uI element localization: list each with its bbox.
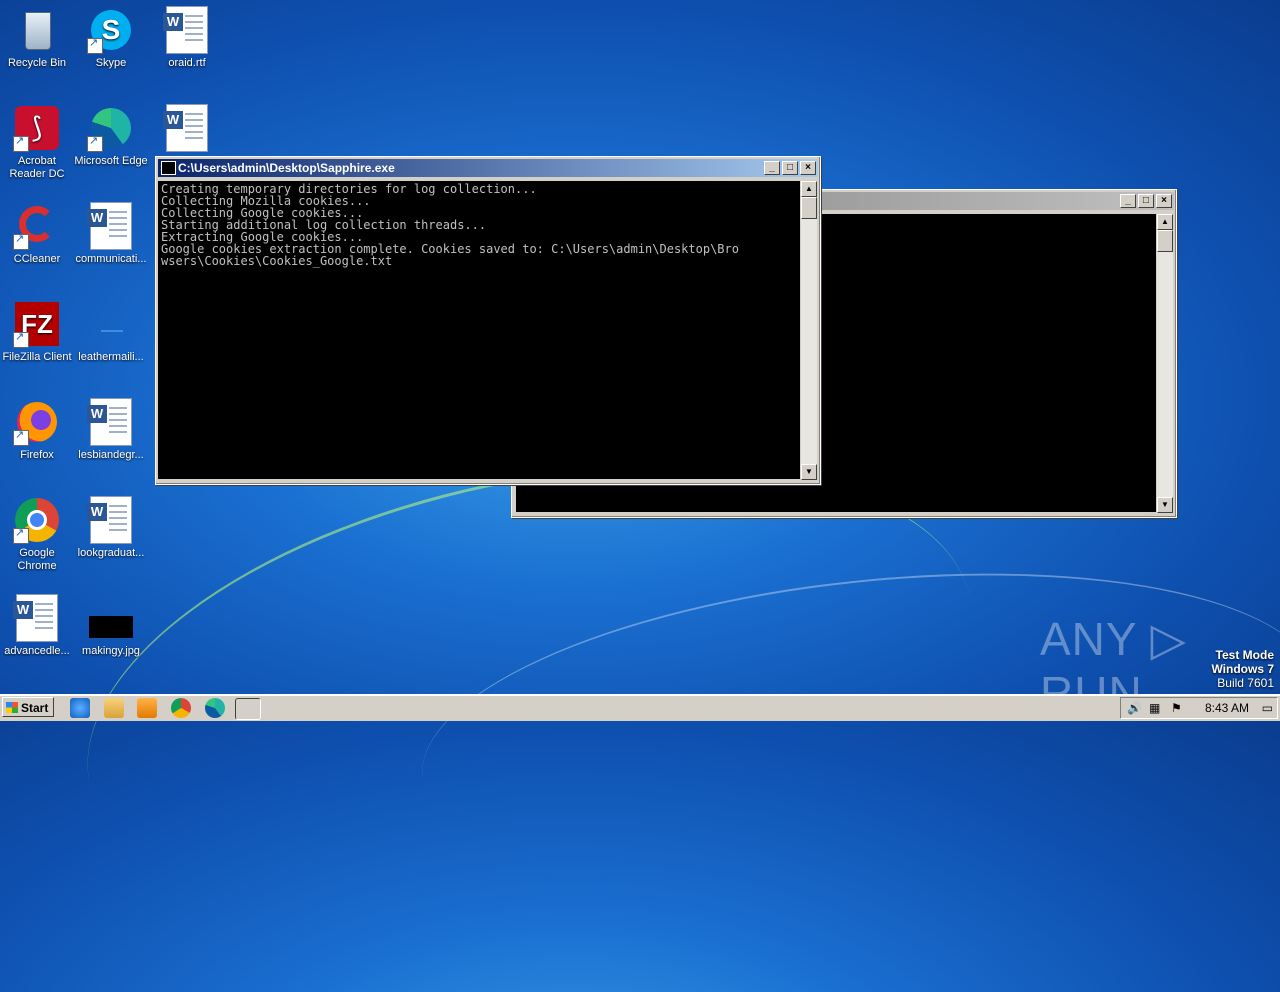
desktop-icon-recycle-bin[interactable]: Recycle Bin (0, 6, 74, 70)
flag-icon[interactable]: ⚑ (1171, 698, 1182, 718)
desktop-icon-edge[interactable]: Microsoft Edge (74, 104, 148, 168)
desktop-icon-skype[interactable]: S Skype (74, 6, 148, 70)
skype-icon: S (87, 6, 135, 54)
shortcut-arrow-icon (13, 135, 29, 152)
minimize-button[interactable]: _ (764, 161, 780, 175)
window-title: C:\Users\admin\Desktop\Sapphire.exe (178, 161, 395, 175)
filezilla-icon: FZ (13, 300, 61, 348)
close-button[interactable]: × (800, 161, 816, 175)
shortcut-arrow-icon (13, 233, 29, 250)
explorer-icon[interactable] (104, 698, 124, 718)
scroll-down-button[interactable]: ▼ (1157, 497, 1173, 513)
vertical-scrollbar[interactable]: ▲ ▼ (801, 181, 817, 480)
edge-taskbar-icon[interactable] (205, 698, 225, 718)
desktop-icon-acrobat[interactable]: ⟆ Acrobat Reader DC (0, 104, 74, 181)
scroll-up-button[interactable]: ▲ (1157, 214, 1173, 230)
show-desktop-icon[interactable]: ▭ (1262, 698, 1273, 718)
maximize-button[interactable]: □ (782, 161, 798, 175)
desktop-icon-lookgraduat[interactable]: W lookgraduat... (74, 496, 148, 560)
minimize-button[interactable]: _ (1120, 194, 1136, 208)
test-mode-label: Test Mode Windows 7 Build 7601 (1211, 648, 1274, 690)
image-file-icon (87, 594, 135, 642)
taskbar: Start 🔊 ▦ ⚑ 8:43 AM ▭ (0, 694, 1280, 721)
desktop-icon-oraid[interactable]: W oraid.rtf (150, 6, 224, 70)
console-icon (161, 161, 176, 175)
desktop-icon-firefox[interactable]: Firefox (0, 398, 74, 462)
chrome-taskbar-icon[interactable] (171, 698, 191, 718)
shortcut-arrow-icon (13, 331, 29, 348)
ccleaner-icon (13, 202, 61, 250)
title-bar[interactable]: C:\Users\admin\Desktop\Sapphire.exe _ □ … (158, 159, 818, 177)
recycle-bin-icon (13, 6, 61, 54)
console-window-sapphire[interactable]: C:\Users\admin\Desktop\Sapphire.exe _ □ … (155, 156, 821, 485)
scroll-thumb[interactable] (801, 197, 817, 219)
chrome-icon (13, 496, 61, 544)
word-document-icon: W (163, 6, 211, 54)
start-button[interactable]: Start (2, 697, 54, 717)
desktop-icon-advancedle[interactable]: W advancedle... (0, 594, 74, 658)
firefox-icon (13, 398, 61, 446)
volume-icon[interactable]: 🔊 (1127, 698, 1142, 718)
scroll-up-button[interactable]: ▲ (801, 181, 817, 197)
console-line: wsers\Cookies\Cookies_Google.txt (161, 254, 393, 268)
word-document-icon: W (87, 398, 135, 446)
shortcut-arrow-icon (87, 135, 103, 152)
clock[interactable]: 8:43 AM (1205, 698, 1249, 718)
windows-flag-icon (6, 702, 18, 713)
close-button[interactable]: × (1156, 194, 1172, 208)
scroll-thumb[interactable] (1157, 230, 1173, 252)
ie-icon[interactable] (70, 698, 90, 718)
desktop-icon-ccleaner[interactable]: CCleaner (0, 202, 74, 266)
system-tray: 🔊 ▦ ⚑ 8:43 AM ▭ (1120, 697, 1278, 719)
shortcut-arrow-icon (87, 37, 103, 54)
scroll-down-button[interactable]: ▼ (801, 464, 817, 480)
shortcut-arrow-icon (13, 429, 29, 446)
desktop-icon-word-doc[interactable]: W (150, 104, 224, 155)
desktop-icon-communicati[interactable]: W communicati... (74, 202, 148, 266)
shortcut-arrow-icon (13, 527, 29, 544)
console-output: Creating temporary directories for log c… (158, 181, 800, 479)
desktop-icon-lesbiandegr[interactable]: W lesbiandegr... (74, 398, 148, 462)
vertical-scrollbar[interactable]: ▲ ▼ (1157, 214, 1173, 513)
console-taskbar-icon[interactable] (235, 698, 261, 720)
word-document-icon: W (13, 594, 61, 642)
acrobat-icon: ⟆ (13, 104, 61, 152)
word-document-icon: W (87, 202, 135, 250)
edge-icon (87, 104, 135, 152)
desktop-icon-chrome[interactable]: Google Chrome (0, 496, 74, 573)
blank-file-icon (87, 300, 135, 348)
word-document-icon: W (87, 496, 135, 544)
word-document-icon: W (163, 104, 211, 152)
maximize-button[interactable]: □ (1138, 194, 1154, 208)
desktop-icon-filezilla[interactable]: FZ FileZilla Client (0, 300, 74, 364)
network-icon[interactable]: ▦ (1149, 698, 1160, 718)
desktop-icon-makingy[interactable]: makingy.jpg (74, 594, 148, 658)
desktop-icon-leathermaili[interactable]: leathermaili... (74, 300, 148, 364)
media-player-icon[interactable] (137, 698, 157, 718)
